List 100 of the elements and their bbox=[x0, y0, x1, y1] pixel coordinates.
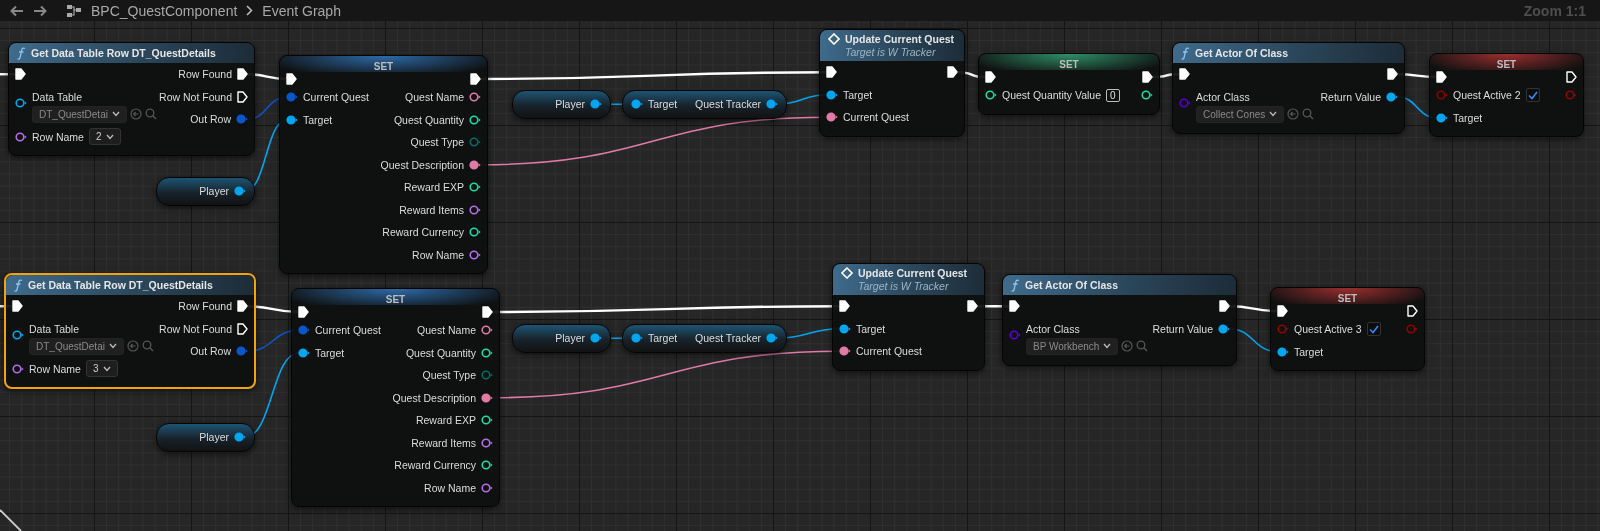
exec-pin-icon[interactable] bbox=[1142, 71, 1153, 83]
forward-arrow-icon[interactable] bbox=[33, 4, 47, 17]
pin-icon[interactable] bbox=[469, 249, 481, 260]
breadcrumb-item[interactable]: Event Graph bbox=[262, 2, 341, 19]
blueprint-node[interactable]: SET Quest Active 2 Target bbox=[1429, 53, 1584, 137]
exec-pin-icon[interactable] bbox=[826, 66, 837, 79]
pin-icon[interactable] bbox=[12, 363, 24, 374]
pin-icon[interactable] bbox=[234, 186, 246, 197]
pin-icon[interactable] bbox=[631, 99, 643, 110]
blueprint-node[interactable]: Target Quest Tracker bbox=[622, 324, 787, 353]
exec-pin-icon[interactable] bbox=[985, 71, 996, 83]
blueprint-node[interactable]: SET Quest Active 3 Target bbox=[1270, 287, 1425, 371]
pin-icon[interactable] bbox=[298, 347, 310, 358]
use-asset-icon[interactable] bbox=[1287, 108, 1300, 120]
blueprint-node[interactable]: SET Current Quest Target Quest Name Quest Quantity Quest Type Quest Description Reward EXP Reward Items Reward Currency Row Name bbox=[291, 288, 500, 507]
asset-dropdown[interactable]: Collect Cones bbox=[1196, 105, 1285, 123]
asset-dropdown[interactable]: DT_QuestDetai bbox=[29, 337, 124, 355]
pin-icon[interactable] bbox=[481, 415, 493, 426]
blueprint-node[interactable]: SET Current Quest Target Quest Name Quest Quantity Quest Type Quest Description Reward EXP Reward Items Reward Currency Row Name bbox=[279, 55, 488, 274]
blueprint-node[interactable]: Player bbox=[512, 90, 611, 119]
back-arrow-icon[interactable] bbox=[10, 4, 24, 17]
exec-pin-icon[interactable] bbox=[15, 68, 26, 81]
search-icon[interactable] bbox=[144, 108, 157, 120]
pin-icon[interactable] bbox=[469, 159, 481, 170]
pin-icon[interactable] bbox=[15, 131, 27, 142]
exec-pin-icon[interactable] bbox=[1387, 68, 1398, 81]
use-asset-icon[interactable] bbox=[126, 340, 139, 352]
search-icon[interactable] bbox=[141, 340, 154, 352]
pin-icon[interactable] bbox=[839, 346, 851, 357]
pin-icon[interactable] bbox=[481, 460, 493, 471]
blueprint-node[interactable]: Get Data Table Row DT_QuestDetails Data Table DT_QuestDetai Row Name 2 Row Found Row Not Found Out Row bbox=[8, 42, 255, 156]
exec-pin-icon[interactable] bbox=[237, 322, 248, 335]
pin-icon[interactable] bbox=[481, 392, 493, 403]
blueprint-node[interactable]: Player bbox=[156, 423, 255, 452]
asset-dropdown[interactable]: BP Workbench bbox=[1026, 337, 1119, 355]
pin-icon[interactable] bbox=[469, 114, 481, 125]
asset-dropdown[interactable]: DT_QuestDetai bbox=[32, 105, 127, 123]
pin-icon[interactable] bbox=[766, 99, 778, 110]
number-field[interactable]: 0 bbox=[1106, 88, 1120, 102]
pin-icon[interactable] bbox=[590, 333, 602, 344]
exec-pin-icon[interactable] bbox=[1009, 300, 1020, 313]
pin-icon[interactable] bbox=[985, 90, 997, 101]
pin-icon[interactable] bbox=[590, 99, 602, 110]
exec-pin-icon[interactable] bbox=[12, 300, 23, 313]
pin-icon[interactable] bbox=[1141, 90, 1153, 101]
exec-pin-icon[interactable] bbox=[1219, 300, 1230, 313]
exec-pin-icon[interactable] bbox=[286, 73, 297, 85]
pin-icon[interactable] bbox=[826, 89, 838, 100]
pin-icon[interactable] bbox=[481, 347, 493, 358]
dropdown-field[interactable]: 2 bbox=[88, 128, 121, 146]
breadcrumb-item[interactable]: BPC_QuestComponent bbox=[91, 2, 238, 19]
exec-pin-icon[interactable] bbox=[237, 90, 248, 103]
exec-pin-icon[interactable] bbox=[482, 306, 493, 318]
checkbox[interactable] bbox=[1525, 88, 1540, 103]
checkbox[interactable] bbox=[1366, 322, 1381, 337]
blueprint-node[interactable]: Player bbox=[156, 177, 255, 206]
pin-icon[interactable] bbox=[839, 323, 851, 334]
blueprint-node[interactable]: Target Quest Tracker bbox=[622, 90, 787, 119]
exec-pin-icon[interactable] bbox=[947, 66, 958, 79]
pin-icon[interactable] bbox=[234, 432, 246, 443]
blueprint-node[interactable]: SET Quest Quantity Value 0 bbox=[978, 53, 1160, 115]
blueprint-node[interactable]: Update Current Quest Target is W Tracker Target Current Quest bbox=[819, 29, 965, 137]
use-asset-icon[interactable] bbox=[129, 108, 142, 120]
pin-icon[interactable] bbox=[286, 114, 298, 125]
pin-icon[interactable] bbox=[15, 97, 27, 108]
blueprint-node[interactable]: Get Actor Of Class Actor Class BP Workbench Return Value bbox=[1002, 274, 1237, 366]
pin-icon[interactable] bbox=[469, 204, 481, 215]
pin-icon[interactable] bbox=[469, 227, 481, 238]
pin-icon[interactable] bbox=[631, 333, 643, 344]
search-icon[interactable] bbox=[1136, 340, 1149, 352]
pin-icon[interactable] bbox=[481, 325, 493, 336]
pin-icon[interactable] bbox=[12, 329, 24, 340]
pin-icon[interactable] bbox=[1386, 91, 1398, 102]
exec-pin-icon[interactable] bbox=[237, 300, 248, 313]
exec-pin-icon[interactable] bbox=[1407, 305, 1418, 317]
pin-icon[interactable] bbox=[826, 112, 838, 123]
blueprint-node[interactable]: Update Current Quest Target is W Tracker Target Current Quest bbox=[832, 263, 985, 371]
use-asset-icon[interactable] bbox=[1121, 340, 1134, 352]
exec-pin-icon[interactable] bbox=[1179, 68, 1190, 81]
exec-pin-icon[interactable] bbox=[1566, 71, 1577, 83]
pin-icon[interactable] bbox=[1218, 323, 1230, 334]
pin-icon[interactable] bbox=[469, 182, 481, 193]
dropdown-field[interactable]: 3 bbox=[85, 360, 118, 378]
exec-pin-icon[interactable] bbox=[298, 306, 309, 318]
search-icon[interactable] bbox=[1302, 108, 1315, 120]
exec-pin-icon[interactable] bbox=[1277, 305, 1288, 317]
exec-pin-icon[interactable] bbox=[1436, 71, 1447, 83]
blueprint-node[interactable]: Get Actor Of Class Actor Class Collect Cones Return Value bbox=[1172, 42, 1405, 134]
pin-icon[interactable] bbox=[766, 333, 778, 344]
exec-pin-icon[interactable] bbox=[237, 68, 248, 81]
exec-pin-icon[interactable] bbox=[839, 300, 850, 313]
blueprint-node[interactable]: Get Data Table Row DT_QuestDetails Data Table DT_QuestDetai Row Name 3 Row Found Row Not Found Out Row bbox=[4, 273, 256, 389]
exec-pin-icon[interactable] bbox=[470, 73, 481, 85]
pin-icon[interactable] bbox=[1277, 346, 1289, 357]
pin-icon[interactable] bbox=[469, 92, 481, 103]
blueprint-node[interactable]: Player bbox=[512, 324, 611, 353]
pin-icon[interactable] bbox=[1436, 112, 1448, 123]
pin-icon[interactable] bbox=[481, 482, 493, 493]
exec-pin-icon[interactable] bbox=[967, 300, 978, 313]
pin-icon[interactable] bbox=[481, 437, 493, 448]
